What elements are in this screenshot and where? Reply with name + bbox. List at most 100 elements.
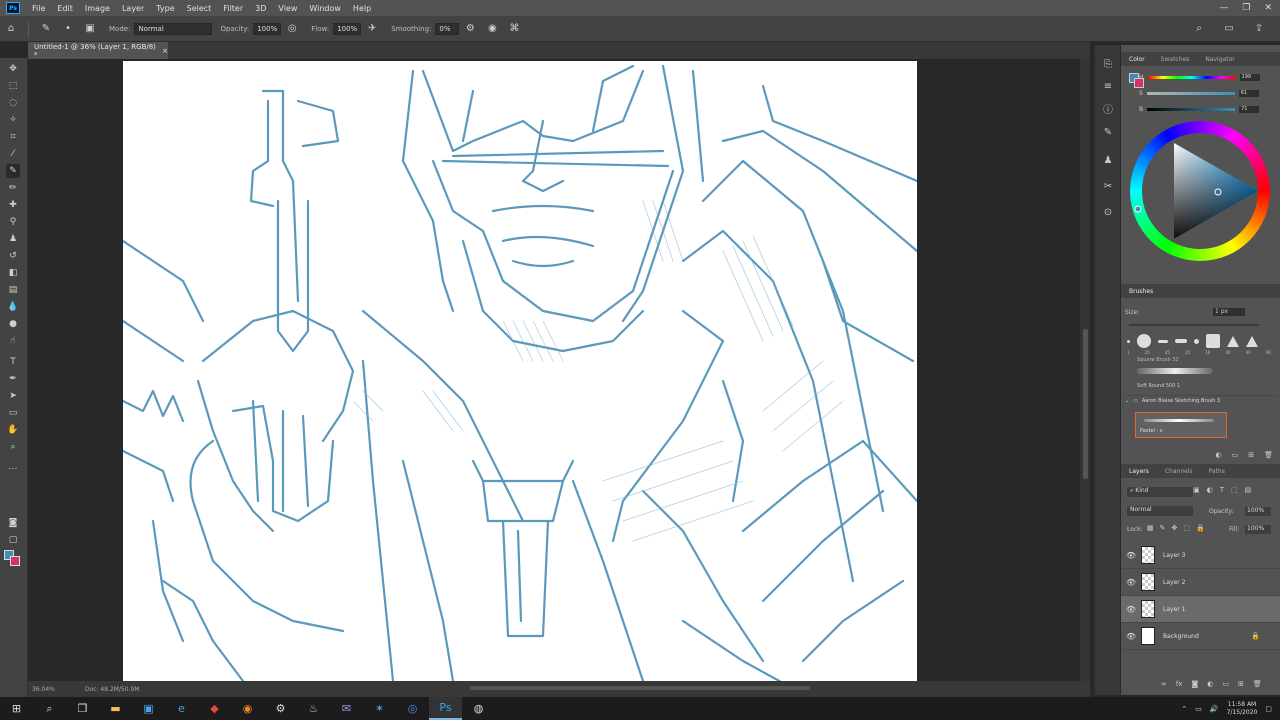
quick-select-tool-icon[interactable]: ✧: [6, 113, 20, 127]
pixel-filter-icon[interactable]: ▣: [1193, 486, 1200, 494]
marquee-tool-icon[interactable]: ⬚: [6, 79, 20, 93]
history-panel-icon[interactable]: ⎘: [1101, 57, 1115, 71]
color-triangle[interactable]: [1130, 121, 1270, 261]
hue-slider-row[interactable]: H 199: [1139, 73, 1269, 81]
close-button[interactable]: ✕: [1264, 3, 1272, 13]
layer-name[interactable]: Layer 1: [1163, 606, 1185, 613]
brush-tip-7[interactable]: [1227, 335, 1239, 347]
store-icon[interactable]: ▣: [132, 697, 165, 720]
brush-settings-icon[interactable]: ▣: [83, 22, 97, 36]
saturation-slider[interactable]: [1146, 91, 1235, 95]
menu-help[interactable]: Help: [347, 4, 377, 13]
blend-mode-select[interactable]: Normal: [1127, 506, 1193, 516]
new-layer-icon[interactable]: ⊞: [1238, 680, 1244, 688]
background-color-swatch[interactable]: [10, 556, 20, 566]
link-layers-icon[interactable]: ∞: [1161, 680, 1167, 688]
healing-tool-icon[interactable]: ✚: [6, 198, 20, 212]
shape-filter-icon[interactable]: ⬚: [1231, 486, 1238, 494]
layer-name[interactable]: Background: [1163, 633, 1199, 640]
document-tab-close[interactable]: ×: [162, 47, 168, 55]
tab-paths[interactable]: Paths: [1201, 468, 1233, 475]
type-filter-icon[interactable]: T: [1220, 486, 1224, 494]
workspace-icon[interactable]: ▭: [1222, 22, 1236, 36]
restore-button[interactable]: ❐: [1242, 3, 1250, 13]
minimize-button[interactable]: —: [1219, 3, 1228, 13]
clone-source-panel-icon[interactable]: ♟: [1101, 153, 1115, 167]
menu-3d[interactable]: 3D: [249, 4, 272, 13]
delete-layer-icon[interactable]: 🗑: [1253, 680, 1262, 688]
file-explorer-icon[interactable]: ▬: [99, 697, 132, 720]
pressure-opacity-icon[interactable]: ◎: [285, 22, 299, 36]
mixer-brush-tool-icon[interactable]: ⚲: [6, 215, 20, 229]
brightness-value[interactable]: 71: [1239, 105, 1260, 113]
brush-preset-soft-round[interactable]: Soft Round 500 1: [1137, 383, 1180, 389]
eyedropper-tool-icon[interactable]: ⁄: [6, 147, 20, 161]
saturation-value[interactable]: 61: [1238, 89, 1259, 97]
trash-icon[interactable]: 🗑: [1264, 451, 1273, 459]
smoothing-field[interactable]: 0%: [435, 22, 460, 35]
lock-position-icon[interactable]: ✥: [1172, 524, 1178, 532]
gear-icon[interactable]: ⚙: [463, 22, 477, 36]
lock-all-icon[interactable]: 🔒: [1196, 524, 1205, 532]
symmetry-icon[interactable]: ⌘: [507, 22, 521, 36]
clone-stamp-tool-icon[interactable]: ♟: [6, 232, 20, 246]
pencil-tool-icon[interactable]: ✏: [6, 181, 20, 195]
app-orange-icon[interactable]: ◉: [231, 697, 264, 720]
menu-filter[interactable]: Filter: [217, 4, 249, 13]
layer-style-icon[interactable]: fx: [1176, 680, 1183, 688]
brush-tip-3[interactable]: [1158, 339, 1168, 343]
obs-icon[interactable]: ◍: [462, 697, 495, 720]
search-icon[interactable]: ⌕: [1192, 22, 1206, 36]
more-tools-icon[interactable]: …: [6, 460, 20, 474]
adjustment-filter-icon[interactable]: ◐: [1207, 486, 1213, 494]
brush-size-value[interactable]: 1 px: [1213, 308, 1245, 316]
adjustment-layer-icon[interactable]: ◐: [1207, 680, 1213, 688]
pressure-size-icon[interactable]: ◉: [485, 22, 499, 36]
vertical-scroll-thumb[interactable]: [1083, 329, 1088, 479]
hue-value[interactable]: 199: [1239, 73, 1260, 81]
home-icon[interactable]: ⌂: [4, 22, 18, 36]
menu-select[interactable]: Select: [181, 4, 218, 13]
brush-tip-4[interactable]: [1175, 339, 1187, 343]
gradient-tool-icon[interactable]: ▤: [6, 283, 20, 297]
hand-tool-icon[interactable]: ✋: [6, 423, 20, 437]
eye-icon[interactable]: 👁: [1121, 605, 1141, 614]
tray-chevron-icon[interactable]: ⌃: [1181, 705, 1187, 713]
dodge-tool-icon[interactable]: ●: [6, 317, 20, 331]
lasso-tool-icon[interactable]: ◌: [6, 96, 20, 110]
lock-artboard-icon[interactable]: ⬚: [1183, 524, 1190, 532]
layer-row-layer-3[interactable]: 👁 Layer 3: [1121, 542, 1280, 569]
eraser-tool-icon[interactable]: ◧: [6, 266, 20, 280]
opacity-field[interactable]: 100%: [253, 22, 282, 35]
clock[interactable]: 11:58 AM 7/15/2020: [1227, 701, 1258, 717]
chevron-down-icon[interactable]: ⌄: [1125, 398, 1129, 404]
tab-brushes[interactable]: Brushes: [1121, 288, 1161, 295]
layer-mask-icon[interactable]: ◙: [1191, 680, 1198, 688]
signal-icon[interactable]: ◎: [396, 697, 429, 720]
search-icon[interactable]: ⌕: [33, 697, 66, 720]
brush-tool-icon[interactable]: ✎: [6, 164, 20, 178]
brightness-slider[interactable]: [1147, 107, 1236, 111]
new-brush-icon[interactable]: ⊞: [1248, 451, 1254, 459]
smudge-tool-icon[interactable]: ☝: [6, 334, 20, 348]
new-folder-icon[interactable]: ▭: [1232, 451, 1239, 459]
eye-icon[interactable]: 👁: [1121, 632, 1141, 641]
brush-preset-square[interactable]: Square Brush 32: [1137, 357, 1179, 363]
start-icon[interactable]: ⊞: [0, 697, 33, 720]
tool-presets-panel-icon[interactable]: ✂: [1101, 179, 1115, 193]
airbrush-icon[interactable]: ✈: [365, 22, 379, 36]
layer-filter-select[interactable]: ⌕ Kind: [1127, 487, 1193, 497]
tab-swatches[interactable]: Swatches: [1153, 56, 1198, 63]
type-tool-icon[interactable]: T: [6, 355, 20, 369]
path-select-tool-icon[interactable]: ➤: [6, 389, 20, 403]
fill-field[interactable]: 100%: [1245, 525, 1271, 534]
brush-tip-2[interactable]: [1137, 334, 1151, 348]
eye-icon[interactable]: 👁: [1121, 578, 1141, 587]
network-icon[interactable]: ▭: [1195, 705, 1202, 713]
pasteboard[interactable]: [28, 59, 1090, 683]
group-icon[interactable]: ▭: [1222, 680, 1229, 688]
steam-icon[interactable]: ♨: [297, 697, 330, 720]
brush-tip-6[interactable]: [1206, 334, 1220, 348]
rectangle-tool-icon[interactable]: ▭: [6, 406, 20, 420]
tab-layers[interactable]: Layers: [1121, 468, 1157, 475]
